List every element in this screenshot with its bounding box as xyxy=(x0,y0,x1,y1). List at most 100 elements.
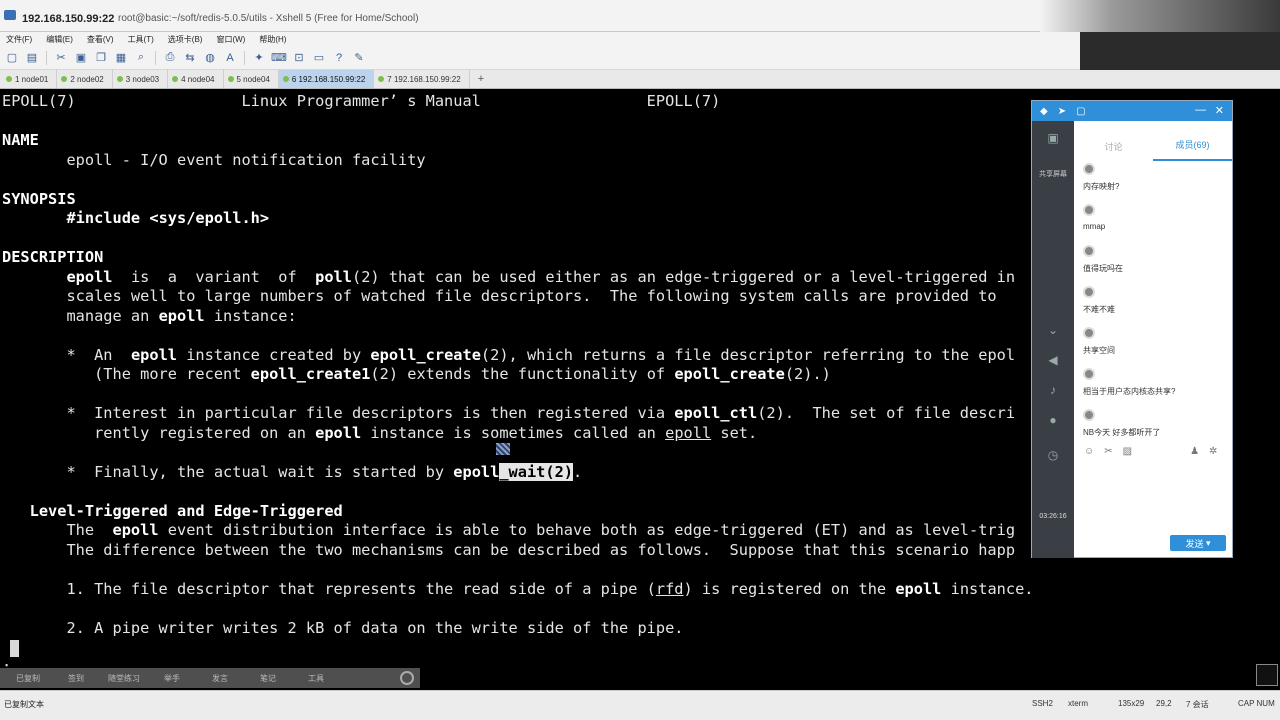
toolbar-separator xyxy=(244,50,245,65)
timer-icon: ◷ xyxy=(1047,448,1059,462)
list-item: mmap xyxy=(1080,204,1230,245)
terminal-text: (2).) xyxy=(784,365,831,383)
power-icon[interactable] xyxy=(400,671,414,685)
speaker-icon[interactable]: ◀ xyxy=(1044,351,1062,369)
message-text: 不难不难 xyxy=(1083,305,1115,314)
menu-edit[interactable]: 编辑(E) xyxy=(46,34,73,45)
terminal-line: NAME xyxy=(2,131,39,150)
message-text: mmap xyxy=(1083,222,1106,231)
session-timer: 03:26:16 xyxy=(1039,513,1067,520)
tab-members[interactable]: 成员(69) xyxy=(1153,138,1232,161)
list-item: 共享空间 xyxy=(1080,327,1230,368)
window-icon[interactable]: ▢ xyxy=(1076,106,1085,117)
shortcut-checkin[interactable]: 签到 xyxy=(52,673,100,684)
classroom-chat-panel: ◆ ➤ ▢ — ✕ ▣ 共享屏幕 ⌄ ◀ ♪ ● ◷ 03:26:16 讨论 成… xyxy=(1031,100,1233,558)
tab-node04-second[interactable]: 5 node04 xyxy=(224,70,279,88)
shortcut-tools[interactable]: 工具 xyxy=(292,673,340,684)
font-icon[interactable]: A xyxy=(222,50,238,66)
chat-input-tools: ☺ ✂ ▨ ♟ ✲ xyxy=(1080,446,1230,462)
resize-icon[interactable] xyxy=(1256,664,1278,686)
transfer-icon[interactable]: ⇆ xyxy=(182,50,198,66)
minimize-icon[interactable]: — xyxy=(1195,104,1206,116)
users-icon[interactable]: ♟ xyxy=(1190,446,1199,462)
list-item: 不难不难 xyxy=(1080,286,1230,327)
music-icon[interactable]: ♪ xyxy=(1044,381,1062,399)
terminal-text: scales well to large numbers of watched … xyxy=(2,287,997,305)
tab-label: 5 node04 xyxy=(236,74,270,84)
terminal-text: instance is sometimes called an xyxy=(361,423,666,442)
message-text: 值得玩吗在 xyxy=(1083,264,1123,273)
terminal-text: poll xyxy=(315,267,352,286)
menu-tab[interactable]: 选项卡(B) xyxy=(168,34,203,45)
avatar xyxy=(1083,245,1095,257)
chat-tabs: 讨论 成员(69) xyxy=(1074,121,1232,161)
find-icon[interactable]: ⌕ xyxy=(133,50,149,66)
tab-node03[interactable]: 3 node03 xyxy=(113,70,169,88)
share-icon[interactable]: ➤ xyxy=(1058,106,1066,117)
copy-icon[interactable]: ❐ xyxy=(93,50,109,66)
pin-icon[interactable]: ◆ xyxy=(1040,106,1048,117)
keyboard-icon[interactable]: ⌨ xyxy=(271,50,287,66)
terminal-text: SYNOPSIS xyxy=(2,189,76,208)
script-icon[interactable]: ✦ xyxy=(251,50,267,66)
terminal-line: rently registered on an epoll instance i… xyxy=(2,424,757,443)
lock-icon[interactable]: ⊡ xyxy=(291,50,307,66)
add-tab-icon[interactable]: + xyxy=(470,70,492,88)
menu-window[interactable]: 窗口(W) xyxy=(216,34,245,45)
print-icon[interactable]: ⎙ xyxy=(162,50,178,66)
chevron-down-icon[interactable]: ⌄ xyxy=(1044,321,1062,339)
new-icon[interactable]: ▢ xyxy=(4,50,20,66)
compose-icon[interactable]: ✎ xyxy=(351,50,367,66)
help-icon[interactable]: ? xyxy=(331,50,347,66)
disconnect-icon[interactable]: ✂ xyxy=(53,50,69,66)
tab-node04[interactable]: 4 node04 xyxy=(168,70,224,88)
screen-share-icon[interactable]: ▣ xyxy=(1044,129,1062,147)
properties-icon[interactable]: ▣ xyxy=(73,50,89,66)
status-sessions: 7 会话 xyxy=(1186,700,1209,709)
menu-help[interactable]: 帮助(H) xyxy=(259,34,286,45)
globe-icon[interactable]: ◍ xyxy=(202,50,218,66)
terminal-line: The epoll event distribution interface i… xyxy=(2,521,1015,540)
screen-share-label: 共享屏幕 xyxy=(1039,171,1067,178)
tab-node02[interactable]: 2 node02 xyxy=(57,70,113,88)
terminal-text: (2) extends the functionality of xyxy=(370,365,675,383)
microphone-icon[interactable]: ● xyxy=(1044,411,1062,429)
close-icon[interactable]: ✕ xyxy=(1215,104,1224,117)
terminal-text: epoll - I/O event notification facility xyxy=(2,150,426,169)
image-icon[interactable]: ▨ xyxy=(1123,446,1132,462)
classroom-shortcut-bar: 已复制 签到 随堂练习 举手 发言 笔记 工具 xyxy=(0,668,420,688)
shortcut-notes[interactable]: 笔记 xyxy=(244,673,292,684)
shortcut-copy[interactable]: 已复制 xyxy=(4,673,52,684)
menu-view[interactable]: 查看(V) xyxy=(87,34,114,45)
terminal-text: (The more recent xyxy=(2,365,251,383)
scissors-icon[interactable]: ✂ xyxy=(1104,446,1112,462)
chat-icon[interactable]: ▭ xyxy=(311,50,327,66)
terminal-text: EPOLL(7) Linux Programmer’ s Manual EPOL… xyxy=(2,92,721,110)
chat-sidebar: ▣ 共享屏幕 ⌄ ◀ ♪ ● ◷ 03:26:16 xyxy=(1032,121,1074,558)
shortcut-practice[interactable]: 随堂练习 xyxy=(100,673,148,684)
tab-active-session[interactable]: 6 192.168.150.99:22 xyxy=(278,70,375,88)
tab-session-7[interactable]: 7 192.168.150.99:22 xyxy=(374,70,470,88)
message-text: 相当于用户态内核态共享? xyxy=(1083,387,1176,396)
menu-tools[interactable]: 工具(T) xyxy=(128,34,154,45)
terminal-text: epoll xyxy=(158,306,205,325)
terminal-text: : xyxy=(2,657,12,668)
terminal-text: instance: xyxy=(204,306,297,325)
window-host: 192.168.150.99:22 xyxy=(22,13,115,25)
shortcut-raise-hand[interactable]: 举手 xyxy=(148,673,196,684)
shortcut-speak[interactable]: 发言 xyxy=(196,673,244,684)
terminal-line: * Finally, the actual wait is started by… xyxy=(2,462,582,482)
terminal-text: 2. A pipe writer writes 2 kB of data on … xyxy=(2,618,684,637)
paste-icon[interactable]: ▦ xyxy=(113,50,129,66)
status-dot-icon xyxy=(6,76,12,82)
tab-discussion[interactable]: 讨论 xyxy=(1074,140,1153,161)
settings-icon[interactable]: ✲ xyxy=(1209,446,1217,462)
menu-file[interactable]: 文件(F) xyxy=(6,34,32,45)
terminal-text: set. xyxy=(711,423,758,442)
open-icon[interactable]: ▤ xyxy=(24,50,40,66)
emoji-icon[interactable]: ☺ xyxy=(1084,446,1094,462)
terminal-text: instance created by xyxy=(177,345,371,364)
send-button[interactable]: 发送 ▾ xyxy=(1170,535,1226,551)
message-text: 内存映射? xyxy=(1083,182,1120,191)
tab-node01[interactable]: 1 node01 xyxy=(2,70,58,88)
